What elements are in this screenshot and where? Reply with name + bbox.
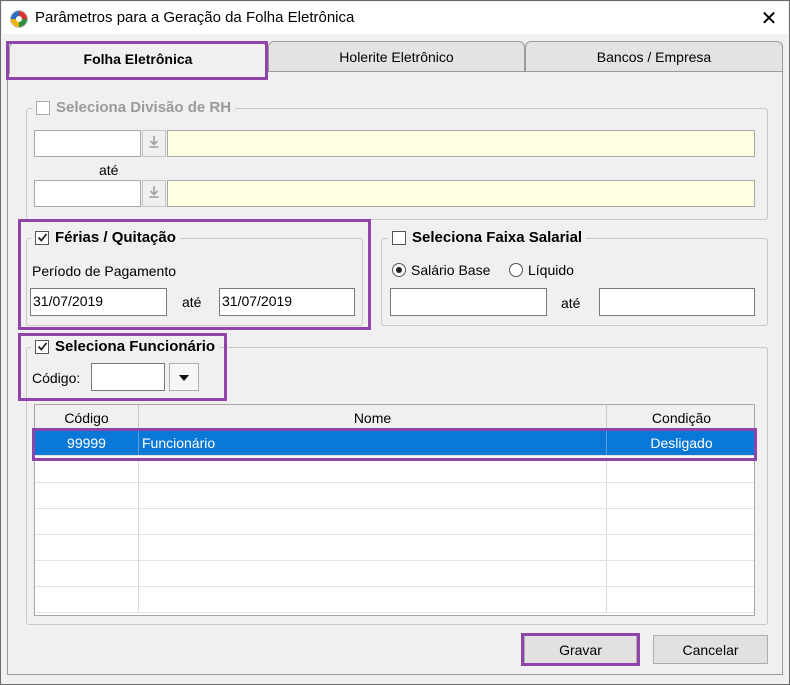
table-row-empty[interactable] — [35, 457, 754, 483]
table-row-empty[interactable] — [35, 561, 754, 587]
title-bar: Parâmetros para a Geração da Folha Eletr… — [2, 2, 788, 34]
faixa-salarial-label: Seleciona Faixa Salarial — [412, 229, 583, 246]
save-button-label: Gravar — [559, 641, 602, 658]
ferias-legend: Férias / Quitação — [31, 229, 180, 246]
ferias-checkbox[interactable] — [35, 230, 49, 245]
funcionario-checkbox[interactable] — [35, 339, 49, 354]
divisao-to-code-field[interactable] — [34, 180, 141, 207]
close-icon: ✕ — [760, 7, 778, 30]
download-arrow-icon — [148, 135, 160, 152]
tab-label: Folha Eletrônica — [83, 50, 193, 67]
ferias-label: Férias / Quitação — [55, 229, 176, 246]
divisao-from-code-field[interactable] — [34, 130, 141, 157]
faixa-to-field[interactable] — [599, 288, 755, 316]
codigo-dropdown-button[interactable] — [169, 363, 199, 391]
checkmark-icon — [37, 233, 47, 242]
funcionario-label: Seleciona Funcionário — [55, 338, 216, 355]
divisao-rh-legend: Seleciona Divisão de RH — [32, 99, 236, 116]
table-row[interactable]: 99999 Funcionário Desligado — [35, 430, 754, 456]
dropdown-arrow-icon — [178, 369, 190, 385]
cell-codigo: 99999 — [35, 430, 139, 455]
cell-nome: Funcionário — [139, 430, 607, 455]
column-header-codigo[interactable]: Código — [35, 405, 139, 430]
faixa-salarial-checkbox[interactable] — [392, 230, 406, 245]
table-row-empty[interactable] — [35, 535, 754, 561]
cell-condicao: Desligado — [650, 434, 713, 451]
codigo-input[interactable] — [91, 363, 165, 391]
radio-liquido-label: Líquido — [528, 262, 574, 278]
periodo-pagamento-label: Período de Pagamento — [32, 263, 176, 279]
funcionario-grid: Código Nome Condição 99999 Funcionário D… — [34, 404, 755, 616]
divisao-to-lookup-button[interactable] — [142, 180, 166, 207]
radio-button — [509, 263, 523, 277]
divisao-from-desc-field — [167, 130, 755, 157]
divisao-from-lookup-button[interactable] — [142, 130, 166, 157]
table-row-empty[interactable] — [35, 587, 754, 613]
radio-salario-base[interactable]: Salário Base — [392, 262, 490, 278]
cancel-button-label: Cancelar — [682, 641, 739, 658]
table-row-empty[interactable] — [35, 483, 754, 509]
tab-label: Bancos / Empresa — [596, 48, 712, 65]
save-button[interactable]: Gravar — [524, 635, 637, 664]
tab-bancos-empresa[interactable]: Bancos / Empresa — [525, 41, 783, 71]
divisao-rh-checkbox[interactable] — [36, 100, 50, 115]
app-logo-icon — [10, 10, 28, 28]
radio-salario-base-label: Salário Base — [411, 262, 491, 278]
ferias-end-date-field[interactable]: 31/07/2019 — [219, 288, 355, 316]
download-arrow-icon — [148, 185, 160, 202]
codigo-label: Código: — [32, 370, 81, 386]
tab-folha-eletronica[interactable]: Folha Eletrônica — [9, 42, 267, 74]
close-button[interactable]: ✕ — [750, 3, 788, 34]
radio-liquido[interactable]: Líquido — [509, 262, 574, 278]
grid-header: Código Nome Condição — [35, 405, 754, 430]
funcionario-legend: Seleciona Funcionário — [31, 338, 220, 355]
ferias-until-label: até — [182, 294, 202, 310]
column-header-nome[interactable]: Nome — [139, 405, 607, 430]
faixa-from-field[interactable] — [390, 288, 547, 316]
divisao-until-label: até — [99, 162, 119, 178]
divisao-rh-label: Seleciona Divisão de RH — [56, 99, 232, 116]
window-title: Parâmetros para a Geração da Folha Eletr… — [35, 9, 355, 26]
radio-button — [392, 263, 406, 277]
ferias-start-date-field[interactable]: 31/07/2019 — [30, 288, 167, 316]
tab-holerite-eletronico[interactable]: Holerite Eletrônico — [268, 41, 525, 71]
table-row-empty[interactable] — [35, 509, 754, 535]
cancel-button[interactable]: Cancelar — [653, 635, 768, 664]
tab-label: Holerite Eletrônico — [339, 48, 454, 65]
dialog-window: Parâmetros para a Geração da Folha Eletr… — [0, 0, 790, 685]
faixa-salarial-legend: Seleciona Faixa Salarial — [388, 229, 587, 246]
faixa-until-label: até — [561, 295, 581, 311]
checkmark-icon — [37, 342, 47, 351]
divisao-to-desc-field — [167, 180, 755, 207]
column-header-condicao[interactable]: Condição — [607, 405, 754, 430]
